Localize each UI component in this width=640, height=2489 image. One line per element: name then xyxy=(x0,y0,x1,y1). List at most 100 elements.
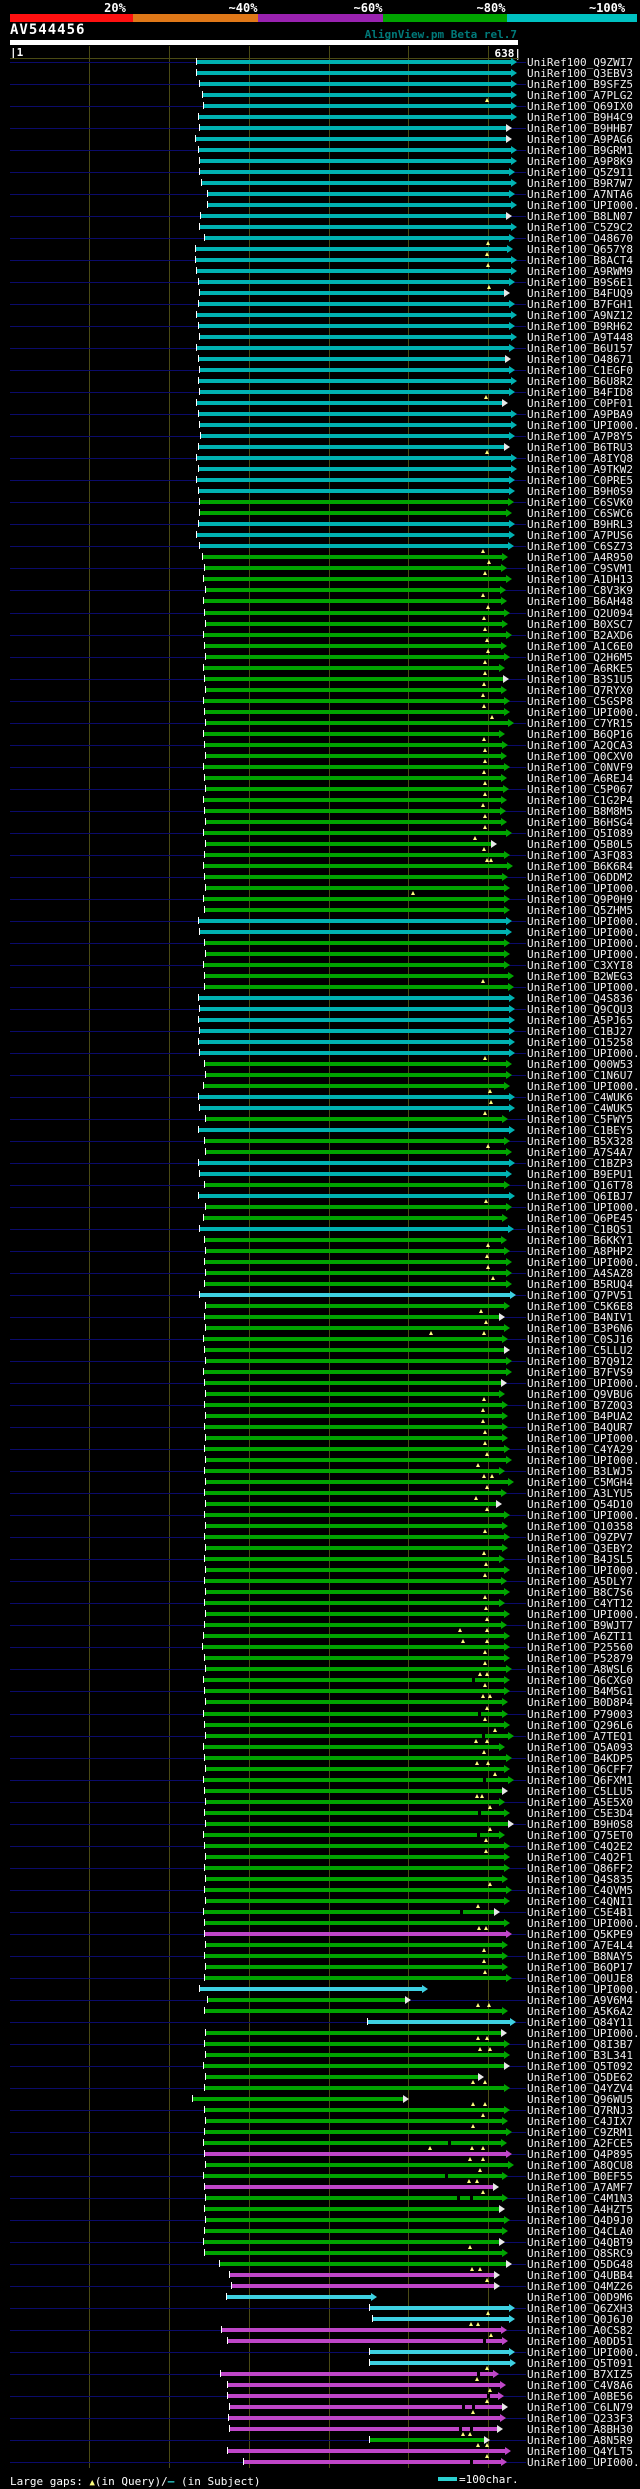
hit-bar[interactable] xyxy=(204,1833,499,1837)
hit-bar[interactable] xyxy=(206,1590,504,1594)
hit-bar[interactable] xyxy=(201,214,506,218)
hit-bar[interactable] xyxy=(200,423,511,427)
hit-bar[interactable] xyxy=(206,1800,499,1804)
hit-bar[interactable] xyxy=(204,1745,499,1749)
hit-bar[interactable] xyxy=(204,963,504,967)
hit-bar[interactable] xyxy=(200,170,509,174)
hit-bar[interactable] xyxy=(200,225,511,229)
hit-bar[interactable] xyxy=(206,2163,508,2167)
hit-bar[interactable] xyxy=(205,2108,504,2112)
hit-bar[interactable] xyxy=(205,974,508,978)
hit-bar[interactable] xyxy=(206,1568,504,1572)
hit-bar[interactable] xyxy=(199,1161,509,1165)
hit-bar[interactable] xyxy=(200,544,508,548)
hit-bar[interactable] xyxy=(220,2262,506,2266)
hit-bar[interactable] xyxy=(205,236,509,240)
hit-bar[interactable] xyxy=(230,2427,497,2431)
hit-bar[interactable] xyxy=(205,566,501,570)
hit-bar[interactable] xyxy=(206,1524,502,1528)
hit-bar[interactable] xyxy=(373,2317,509,2321)
hit-bar[interactable] xyxy=(199,1095,509,1099)
hit-bar[interactable] xyxy=(199,148,511,152)
hit-bar[interactable] xyxy=(221,2372,493,2376)
hit-bar[interactable] xyxy=(200,1227,508,1231)
hit-bar[interactable] xyxy=(205,1513,504,1517)
hit-bar[interactable] xyxy=(199,115,511,119)
hit-bar[interactable] xyxy=(205,1976,506,1980)
hit-bar[interactable] xyxy=(205,1139,504,1143)
hit-bar[interactable] xyxy=(204,599,501,603)
hit-bar[interactable] xyxy=(205,1557,499,1561)
hit-bar[interactable] xyxy=(200,159,511,163)
hit-bar[interactable] xyxy=(205,644,501,648)
hit-bar[interactable] xyxy=(204,1337,502,1341)
hit-bar[interactable] xyxy=(205,1183,504,1187)
hit-bar[interactable] xyxy=(206,1436,502,1440)
hit-bar[interactable] xyxy=(228,2394,498,2398)
hit-bar[interactable] xyxy=(204,864,507,868)
hit-bar[interactable] xyxy=(205,853,504,857)
hit-bar[interactable] xyxy=(204,897,504,901)
hit-bar[interactable] xyxy=(199,1040,509,1044)
hit-bar[interactable] xyxy=(205,1723,504,1727)
hit-bar[interactable] xyxy=(205,1866,504,1870)
hit-bar[interactable] xyxy=(204,732,499,736)
hit-bar[interactable] xyxy=(200,126,506,130)
hit-bar[interactable] xyxy=(206,655,504,659)
hit-bar[interactable] xyxy=(205,1789,502,1793)
hit-bar[interactable] xyxy=(205,809,500,813)
hit-bar[interactable] xyxy=(206,1965,502,1969)
hit-bar[interactable] xyxy=(205,1888,506,1892)
hit-bar[interactable] xyxy=(205,908,504,912)
hit-bar[interactable] xyxy=(205,1954,502,1958)
hit-bar[interactable] xyxy=(206,1304,504,1308)
hit-bar[interactable] xyxy=(204,1910,494,1914)
hit-bar[interactable] xyxy=(203,555,502,559)
hit-bar[interactable] xyxy=(199,324,509,328)
hit-bar[interactable] xyxy=(197,456,511,460)
hit-label[interactable]: UniRef100_B0D8P4 xyxy=(527,1697,633,1708)
hit-bar[interactable] xyxy=(228,2383,500,2387)
hit-bar[interactable] xyxy=(206,1150,506,1154)
hit-bar[interactable] xyxy=(199,302,509,306)
hit-bar[interactable] xyxy=(200,511,506,515)
hit-bar[interactable] xyxy=(204,699,504,703)
hit-bar[interactable] xyxy=(205,2130,506,2134)
hit-bar[interactable] xyxy=(206,1249,504,1253)
hit-bar[interactable] xyxy=(205,1315,499,1319)
hit-bar[interactable] xyxy=(204,2141,501,2145)
hit-bar[interactable] xyxy=(206,1667,506,1671)
hit-bar[interactable] xyxy=(206,1271,506,1275)
hit-bar[interactable] xyxy=(206,1326,504,1330)
hit-bar[interactable] xyxy=(206,1546,502,1550)
hit-bar[interactable] xyxy=(205,1756,506,1760)
hit-bar[interactable] xyxy=(200,1007,509,1011)
hit-bar[interactable] xyxy=(204,2064,504,2068)
hit-bar[interactable] xyxy=(204,765,504,769)
hit-bar[interactable] xyxy=(196,137,506,141)
hit-bar[interactable] xyxy=(200,1987,422,1991)
hit-bar[interactable] xyxy=(205,1238,501,1242)
hit-bar[interactable] xyxy=(205,875,502,879)
hit-bar[interactable] xyxy=(206,754,501,758)
hit-bar[interactable] xyxy=(206,1502,496,1506)
hit-bar[interactable] xyxy=(197,269,511,273)
hit-bar[interactable] xyxy=(204,1778,508,1782)
hit-bar[interactable] xyxy=(205,1623,501,1627)
hit-bar[interactable] xyxy=(206,1480,508,1484)
hit-bar[interactable] xyxy=(205,776,501,780)
hit-bar[interactable] xyxy=(199,280,509,284)
hit-bar[interactable] xyxy=(229,2416,500,2420)
hit-bar[interactable] xyxy=(205,1535,504,1539)
hit-bar[interactable] xyxy=(206,688,501,692)
hit-bar[interactable] xyxy=(205,743,502,747)
hit-bar[interactable] xyxy=(205,1348,504,1352)
hit-bar[interactable] xyxy=(206,1734,508,1738)
hit-bar[interactable] xyxy=(205,677,503,681)
hit-bar[interactable] xyxy=(202,181,511,185)
hit-bar[interactable] xyxy=(206,1117,502,1121)
hit-bar[interactable] xyxy=(230,2273,494,2277)
hit-bar[interactable] xyxy=(205,2185,493,2189)
hit-bar[interactable] xyxy=(199,412,511,416)
hit-bar[interactable] xyxy=(370,2350,509,2354)
